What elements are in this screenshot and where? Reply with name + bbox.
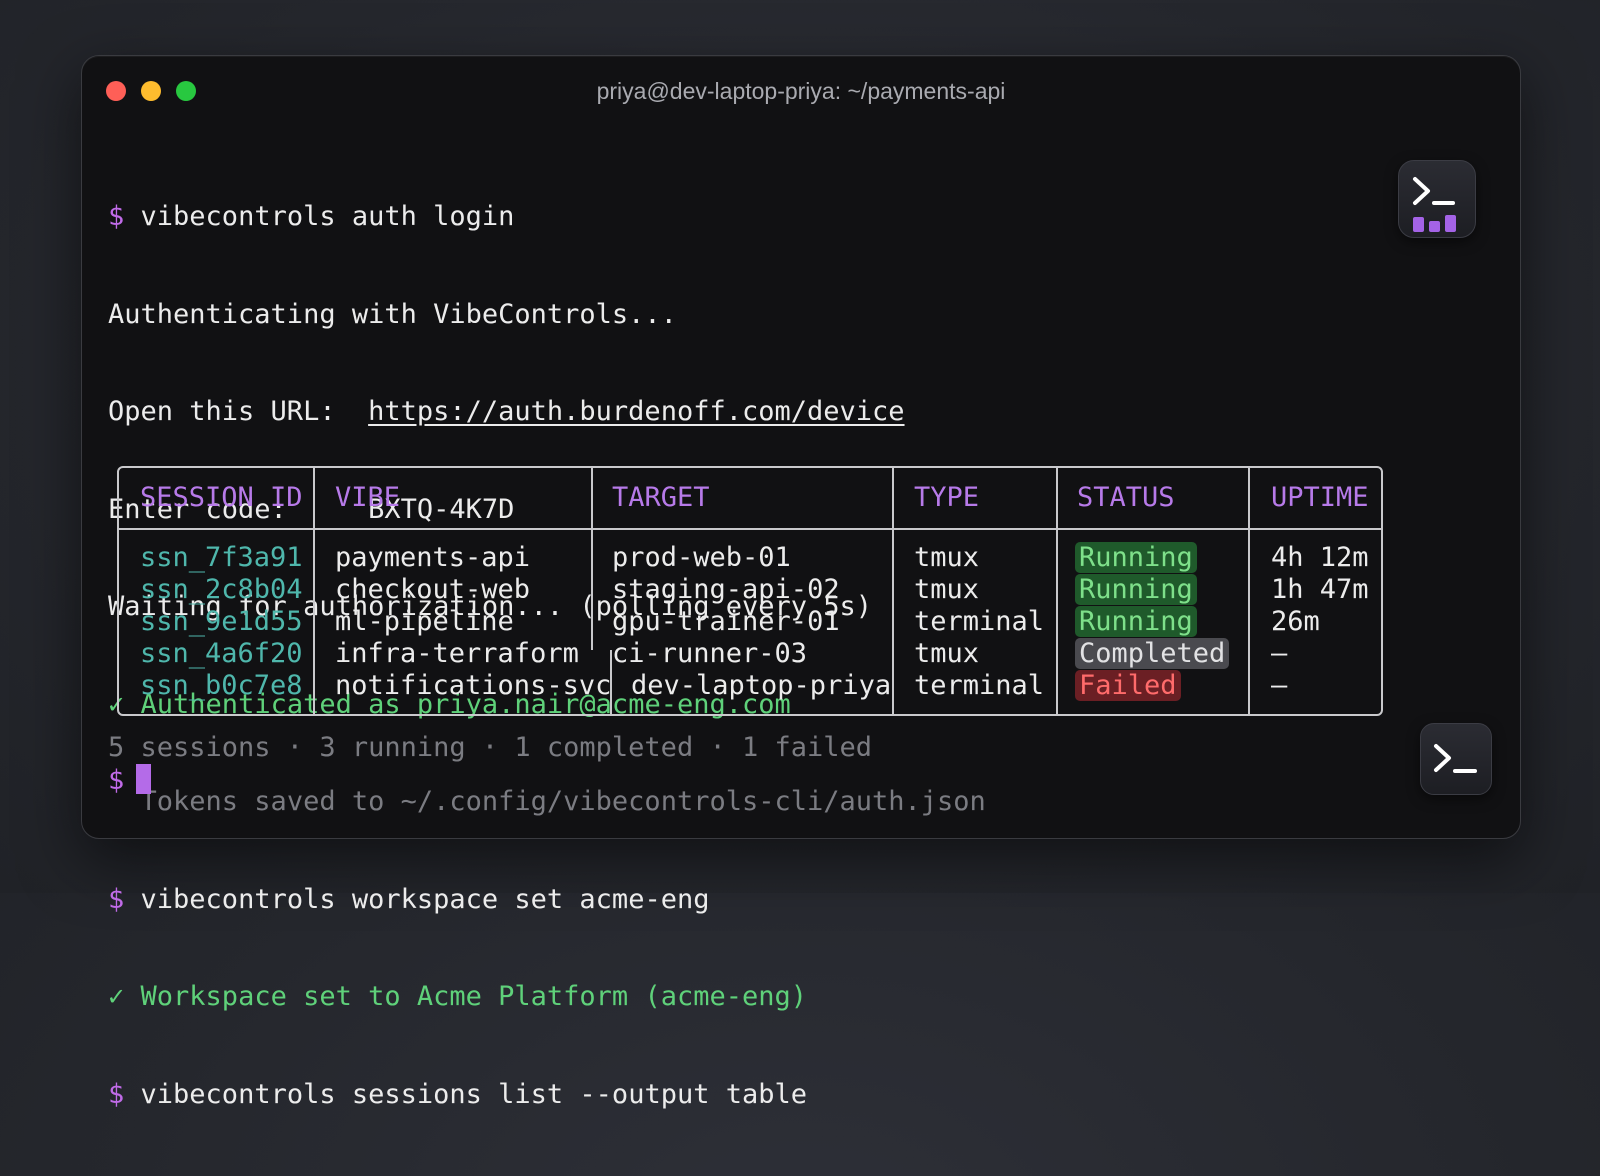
output-line: Authenticating with VibeControls...	[108, 298, 677, 330]
target-name: dev-laptop-priya	[631, 670, 892, 701]
session-type: terminal	[914, 670, 1045, 701]
prompt-symbol: $	[108, 1078, 125, 1110]
session-id[interactable]: ssn_b0c7e8	[140, 670, 303, 701]
status-badge: Running	[1075, 574, 1197, 605]
status-badge: Failed	[1075, 670, 1181, 701]
sessions-summary: 5 sessions · 3 running · 1 completed · 1…	[108, 732, 873, 763]
session-type: tmux	[914, 574, 980, 605]
vibe-name: infra-terraform	[335, 638, 579, 669]
input-prompt[interactable]: $	[108, 764, 152, 796]
success-line: Workspace set to Acme Platform (acme-eng…	[140, 981, 808, 1012]
status-badge: Running	[1075, 542, 1197, 573]
target-name: prod-web-01	[612, 542, 791, 573]
target-name: ci-runner-03	[612, 638, 808, 669]
terminal-bars-icon[interactable]	[1398, 160, 1476, 238]
tokens-line: Tokens saved to ~/.config/vibecontrols-c…	[140, 786, 986, 817]
session-id[interactable]: ssn_9e1d55	[140, 606, 303, 637]
uptime: 4h 12m	[1271, 542, 1369, 573]
target-name: staging-api-02	[612, 574, 840, 605]
column-divider	[1056, 468, 1058, 714]
table-header: SESSION ID VIBE TARGET TYPE STATUS UPTIM…	[119, 468, 1381, 530]
text-cursor	[136, 764, 152, 794]
command-line: vibecontrols workspace set acme-eng	[140, 883, 710, 915]
session-type: terminal	[914, 606, 1045, 637]
session-type: tmux	[914, 638, 980, 669]
header-target: TARGET	[612, 482, 710, 513]
session-id[interactable]: ssn_2c8b04	[140, 574, 303, 605]
vibe-name: checkout-web	[335, 574, 531, 605]
prompt-symbol: $	[108, 201, 125, 232]
terminal-window: priya@dev-laptop-priya: ~/payments-api $…	[81, 55, 1521, 1110]
header-vibe: VIBE	[335, 482, 401, 513]
url-label: Open this URL:	[108, 396, 369, 427]
session-type: tmux	[914, 542, 980, 573]
target-name: gpu-trainer-01	[612, 606, 840, 637]
header-type: TYPE	[914, 482, 980, 513]
prompt-symbol: $	[108, 883, 125, 915]
column-divider	[892, 468, 894, 714]
column-divider	[313, 468, 315, 714]
session-id[interactable]: ssn_7f3a91	[140, 542, 303, 573]
header-uptime: UPTIME	[1271, 482, 1369, 513]
header-session-id: SESSION ID	[140, 482, 303, 513]
header-status: STATUS	[1077, 482, 1175, 513]
uptime: 1h 47m	[1271, 574, 1369, 605]
auth-url-link[interactable]: https://auth.burdenoff.com/device	[368, 396, 904, 427]
uptime: —	[1271, 638, 1288, 669]
sessions-table: SESSION ID VIBE TARGET TYPE STATUS UPTIM…	[117, 466, 1383, 716]
vibe-name: notifications-svc	[335, 670, 612, 701]
uptime: 26m	[1271, 606, 1320, 637]
status-badge: Running	[1075, 606, 1197, 637]
column-divider	[1248, 468, 1250, 714]
command-line: vibecontrols sessions list --output tabl…	[140, 1078, 808, 1110]
terminal-prompt-icon[interactable]	[1420, 723, 1492, 795]
window-title: priya@dev-laptop-priya: ~/payments-api	[596, 78, 1006, 104]
session-id[interactable]: ssn_4a6f20	[140, 638, 303, 669]
status-badge: Completed	[1075, 638, 1230, 669]
uptime: —	[1271, 670, 1288, 701]
column-divider	[591, 468, 593, 650]
vibe-name: payments-api	[335, 542, 531, 573]
check-icon: ✓	[108, 981, 125, 1012]
command-line: vibecontrols auth login	[140, 201, 515, 232]
vibe-name: ml-pipeline	[335, 606, 514, 637]
prompt-symbol: $	[108, 765, 125, 796]
